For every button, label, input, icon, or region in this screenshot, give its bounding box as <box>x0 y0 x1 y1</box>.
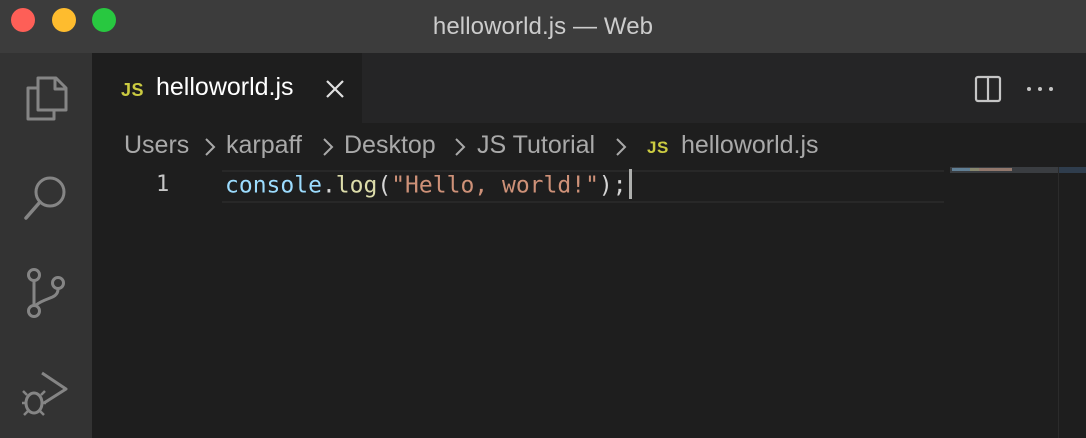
minimize-window-button[interactable] <box>52 8 76 32</box>
split-editor-icon[interactable] <box>974 75 1002 103</box>
run-debug-button[interactable] <box>0 348 92 438</box>
vscode-window: helloworld.js — Web JS helloworld.js Use… <box>0 0 1086 438</box>
code-line[interactable]: console.log("Hello, world!"); <box>225 169 632 201</box>
code-editor[interactable]: 1 console.log("Hello, world!"); <box>92 167 1086 438</box>
js-file-icon: JS <box>121 80 145 100</box>
token-object: console <box>225 172 322 199</box>
tab-helloworld-js[interactable]: JS helloworld.js <box>92 53 362 123</box>
breadcrumb-item-karpaff[interactable]: karpaff <box>226 131 302 160</box>
breadcrumb: Users karpaff Desktop JS Tutorial JS hel… <box>92 123 1086 167</box>
close-window-button[interactable] <box>11 8 35 32</box>
token-open-paren: ( <box>377 172 392 199</box>
scrollbar-thumb[interactable] <box>1059 167 1086 173</box>
minimap-code-preview <box>952 168 1012 171</box>
js-file-icon: JS <box>647 138 669 157</box>
run-debug-icon <box>22 371 68 416</box>
tab-bar: JS helloworld.js <box>92 53 1086 123</box>
line-number: 1 <box>156 172 170 197</box>
window-title: helloworld.js — Web <box>432 12 654 40</box>
token-string: "Hello, world!" <box>391 172 599 199</box>
search-icon <box>24 176 66 220</box>
vertical-scrollbar[interactable] <box>1058 167 1086 438</box>
chevron-right-icon <box>323 138 334 156</box>
title-bar: helloworld.js — Web <box>0 0 1086 53</box>
chevron-right-icon <box>616 138 627 156</box>
breadcrumb-item-desktop[interactable]: Desktop <box>344 131 436 160</box>
explorer-button[interactable] <box>0 53 92 143</box>
token-dot: . <box>321 172 336 199</box>
source-control-icon <box>27 268 65 318</box>
more-actions-icon[interactable] <box>1024 75 1056 103</box>
activity-bar <box>0 53 92 438</box>
files-icon <box>26 76 68 121</box>
token-close: ); <box>598 172 627 199</box>
chevron-right-icon <box>205 138 216 156</box>
breadcrumb-item-js-tutorial[interactable]: JS Tutorial <box>477 131 595 160</box>
minimap[interactable] <box>950 167 1058 438</box>
maximize-window-button[interactable] <box>92 8 116 32</box>
tab-label: helloworld.js <box>156 73 294 101</box>
text-cursor <box>628 169 632 199</box>
search-button[interactable] <box>0 153 92 243</box>
breadcrumb-item-users[interactable]: Users <box>124 131 189 160</box>
source-control-button[interactable] <box>0 248 92 338</box>
chevron-right-icon <box>455 138 466 156</box>
token-method: log <box>335 172 378 199</box>
close-tab-icon[interactable] <box>324 78 346 100</box>
breadcrumb-item-file[interactable]: helloworld.js <box>681 131 819 160</box>
